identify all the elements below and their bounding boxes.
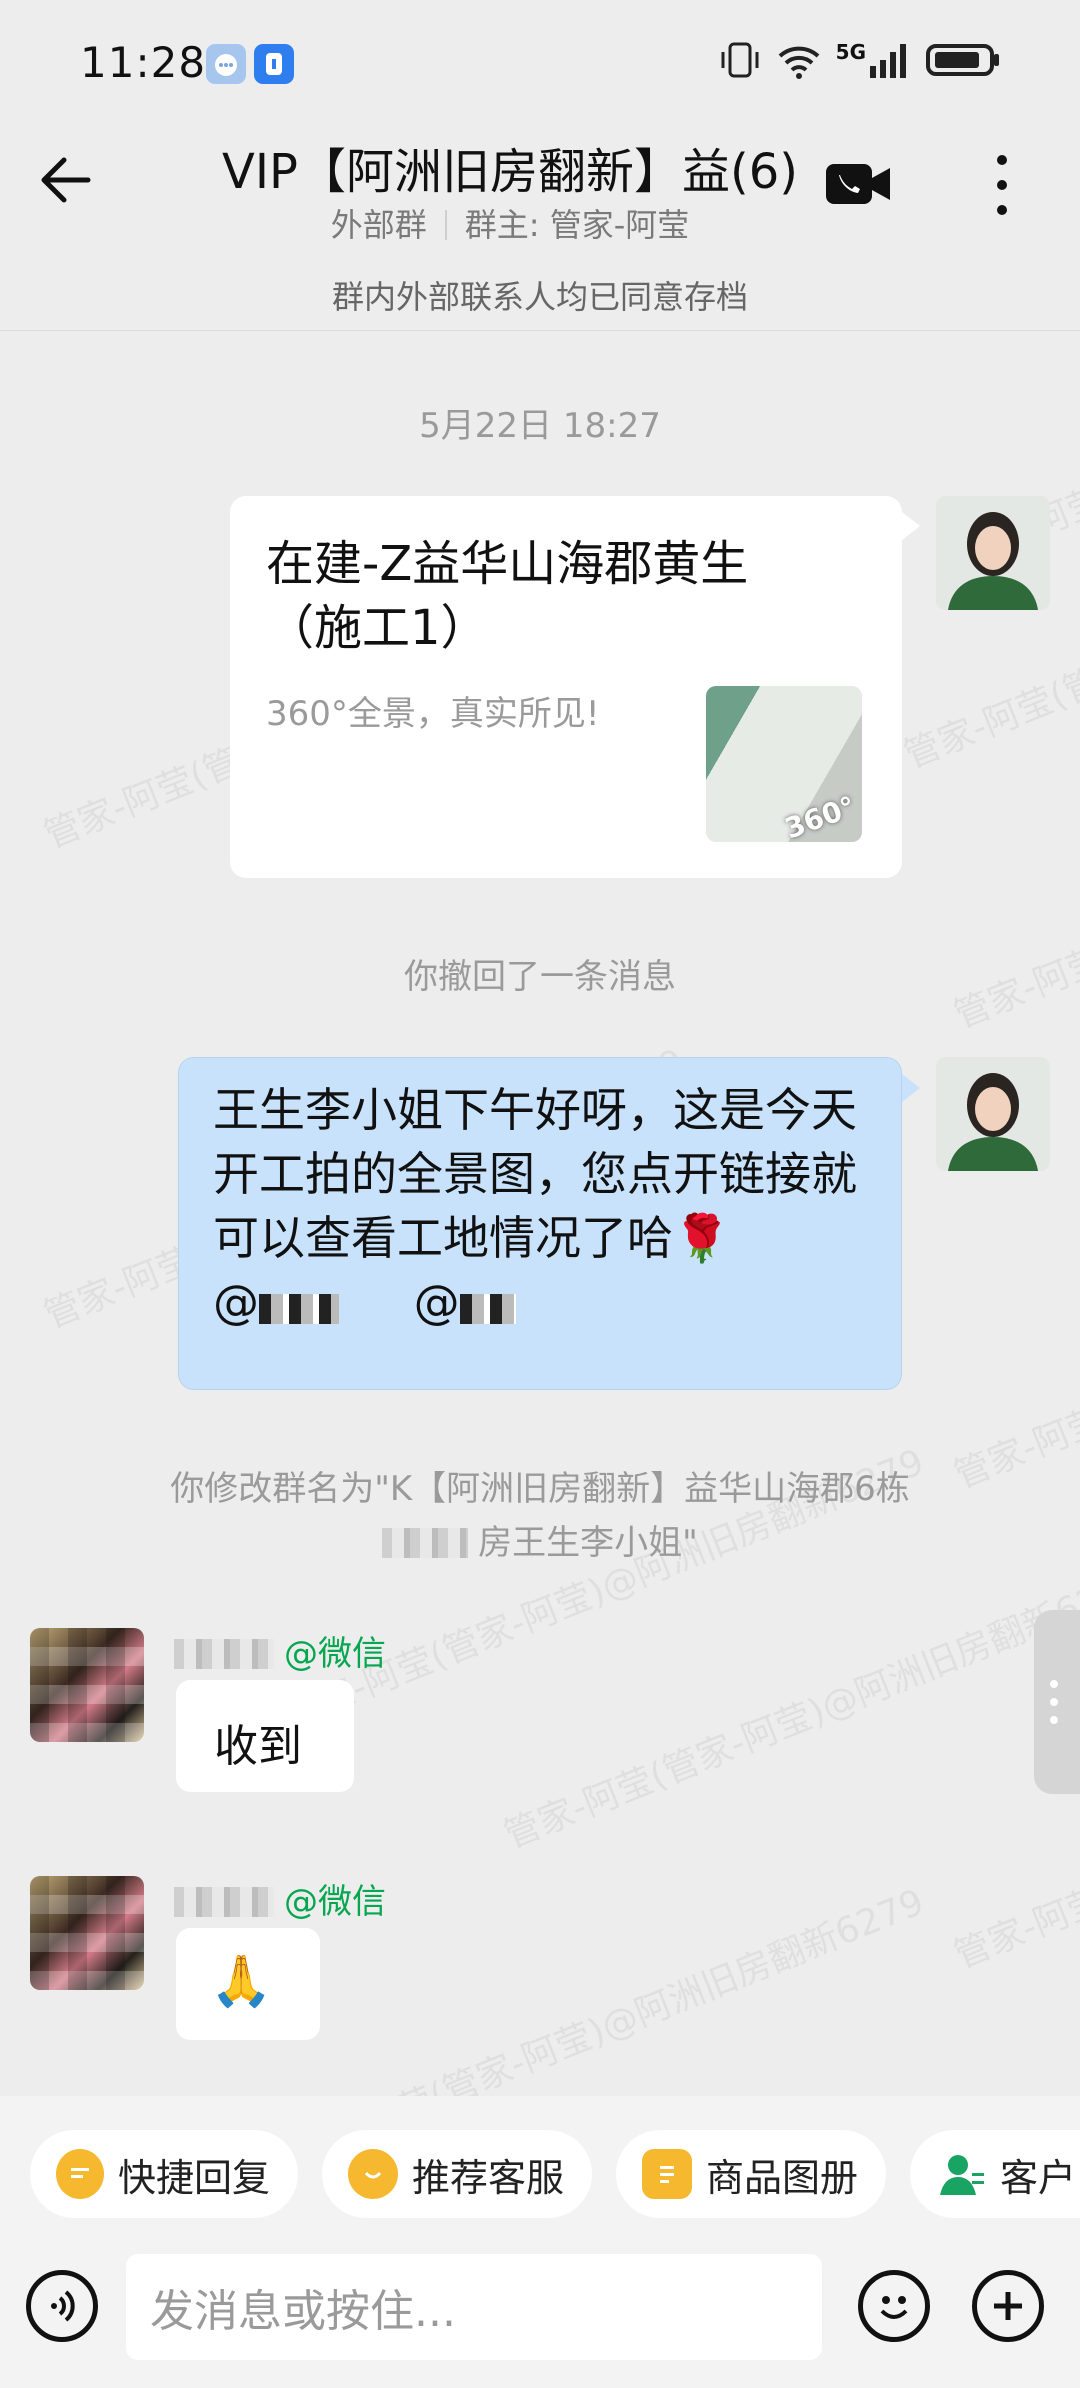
incoming-message-text: 收到	[214, 1721, 302, 1772]
link-card-description: 360°全景，真实所见!	[266, 694, 600, 734]
header-divider	[0, 330, 1080, 331]
customer-chip[interactable]: 客户	[910, 2130, 1080, 2218]
sender-source: @微信	[284, 1882, 386, 1922]
redacted-sender-name	[174, 1639, 274, 1669]
recommend-service-label: 推荐客服	[411, 2155, 564, 2200]
vibrate-icon	[721, 42, 759, 78]
sender-source: @微信	[284, 1634, 386, 1674]
network-label: 5G	[835, 40, 866, 64]
voice-input-icon[interactable]	[26, 2270, 98, 2342]
link-card-title: 在建-Z益华山海郡黄生（施工1）	[266, 536, 749, 656]
catalog-icon	[642, 2149, 692, 2199]
app-notification-icon	[254, 44, 294, 84]
sender-info: @微信	[174, 1874, 386, 1923]
mention-symbol: @	[413, 1275, 460, 1329]
redacted-sender-name	[174, 1887, 274, 1917]
my-message-body: 王生李小姐下午好呀，这是今天开工拍的全景图，您点开链接就可以查看工地情况了哈🌹	[213, 1083, 857, 1265]
redacted-text	[382, 1528, 469, 1558]
product-catalog-label: 商品图册	[705, 2155, 858, 2200]
archive-notice: 群内外部联系人均已同意存档	[331, 278, 748, 316]
incoming-message-bubble[interactable]: 🙏	[176, 1928, 320, 2040]
group-owner: 群主: 管家-阿莹	[464, 206, 690, 244]
product-catalog-chip[interactable]: 商品图册	[616, 2130, 886, 2218]
quick-reply-chip[interactable]: 快捷回复	[30, 2130, 298, 2218]
rename-notice-line2: 房王生李小姐"	[0, 1516, 1080, 1570]
wifi-icon	[778, 46, 820, 79]
sender-avatar[interactable]	[30, 1628, 144, 1742]
status-time: 11:28	[80, 38, 207, 87]
incoming-message-bubble[interactable]: 收到	[176, 1680, 354, 1792]
chat-notification-icon	[206, 44, 246, 84]
redacted-mention	[259, 1294, 339, 1324]
customer-label: 客户	[1000, 2155, 1077, 2200]
rename-notice-line1: 你修改群名为"K【阿洲旧房翻新】益华山海郡6栋	[170, 1469, 910, 1509]
my-avatar[interactable]	[936, 1057, 1050, 1171]
recall-notice: 你撤回了一条消息	[404, 957, 676, 997]
battery-icon	[926, 44, 999, 76]
my-message-text: 王生李小姐下午好呀，这是今天开工拍的全景图，您点开链接就可以查看工地情况了哈🌹 …	[213, 1078, 873, 1334]
redacted-mention	[459, 1294, 516, 1324]
rename-notice-text: 房王生李小姐"	[478, 1523, 698, 1563]
message-timestamp: 5月22日 18:27	[419, 406, 661, 446]
back-arrow-icon[interactable]	[36, 150, 96, 210]
customer-icon	[936, 2149, 986, 2199]
watermark: 管家-阿莹(管家-阿莹)@阿洲旧房翻新6279	[948, 1201, 1080, 1497]
external-group-tag: 外部群	[330, 206, 427, 244]
panorama-thumbnail: 360°	[706, 686, 862, 842]
panorama-badge: 360°	[780, 789, 860, 842]
add-attachment-icon[interactable]	[972, 2270, 1044, 2342]
my-avatar[interactable]	[936, 496, 1050, 610]
bubble-tail	[902, 1074, 920, 1102]
watermark: 管家-阿莹(管家-阿莹)@阿洲旧房翻新6279	[498, 1561, 1080, 1857]
emoji-icon[interactable]	[858, 2270, 930, 2342]
quick-reply-icon	[56, 2149, 104, 2199]
side-panel-handle[interactable]	[1034, 1610, 1080, 1794]
sender-avatar[interactable]	[30, 1876, 144, 1990]
status-icons: 5G	[718, 40, 1002, 80]
subtitle-divider	[444, 210, 447, 240]
sender-info: @微信	[174, 1626, 386, 1675]
link-card[interactable]: 在建-Z益华山海郡黄生（施工1） 360°全景，真实所见! 360°	[230, 496, 902, 878]
mention-symbol: @	[213, 1275, 259, 1329]
service-icon	[348, 2149, 398, 2199]
my-message-bubble[interactable]: 王生李小姐下午好呀，这是今天开工拍的全景图，您点开链接就可以查看工地情况了哈🌹 …	[178, 1057, 902, 1390]
quick-reply-label: 快捷回复	[117, 2155, 270, 2200]
message-input[interactable]: 发消息或按住...	[126, 2254, 822, 2360]
group-title[interactable]: VIP【阿洲旧房翻新】益(6)	[200, 132, 820, 202]
group-subtitle: 外部群 群主: 管家-阿莹	[200, 200, 820, 246]
incoming-message-emoji: 🙏	[210, 1952, 273, 2010]
signal-icon	[870, 44, 906, 78]
recommend-service-chip[interactable]: 推荐客服	[322, 2130, 592, 2218]
bubble-tail	[902, 512, 920, 540]
video-call-icon[interactable]	[826, 162, 892, 206]
more-options-icon[interactable]	[982, 150, 1022, 220]
